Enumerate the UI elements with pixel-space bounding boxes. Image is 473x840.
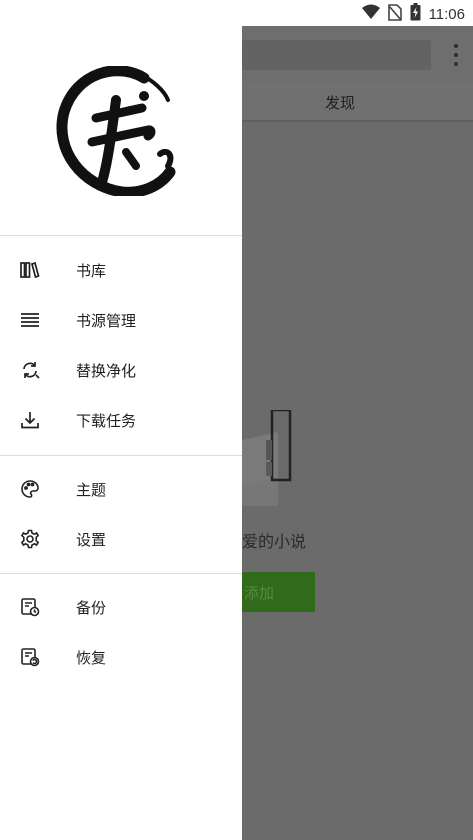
drawer-divider [0, 235, 242, 236]
drawer-divider [0, 455, 242, 456]
menu-item-label: 设置 [76, 530, 107, 549]
background-search-bar [242, 40, 431, 70]
menu-item-bookshelf[interactable]: 书库 [0, 245, 242, 295]
menu-item-download-tasks[interactable]: 下载任务 [0, 395, 242, 445]
menu-item-restore[interactable]: 恢复 [0, 632, 242, 682]
restore-icon [19, 646, 41, 668]
menu-item-label: 主题 [76, 480, 107, 499]
battery-icon [410, 3, 421, 25]
more-options-icon [453, 44, 459, 66]
menu-item-label: 备份 [76, 598, 107, 617]
empty-state-text: 爱的小说 [242, 532, 307, 551]
no-sim-icon [387, 3, 402, 25]
menu-item-settings[interactable]: 设置 [0, 514, 242, 564]
menu-item-label: 书源管理 [76, 311, 137, 330]
list-icon [19, 309, 41, 331]
palette-icon [19, 478, 41, 500]
tab-discover: 发现 [325, 94, 356, 112]
status-time: 11:06 [428, 5, 465, 23]
wifi-icon [361, 4, 380, 24]
empty-bookshelf-illustration [242, 408, 294, 508]
menu-item-label: 替换净化 [76, 361, 137, 380]
navigation-drawer: 书库 书源管理 替换净化 下载任务 主题 设置 备份 恢复 [0, 0, 242, 840]
add-book-button-label: 添加 [244, 584, 275, 602]
menu-item-label: 书库 [76, 261, 107, 280]
backup-icon [19, 596, 41, 618]
menu-item-replace-purify[interactable]: 替换净化 [0, 345, 242, 395]
menu-item-label: 恢复 [76, 648, 107, 667]
download-icon [19, 409, 41, 431]
menu-item-label: 下载任务 [76, 411, 137, 430]
add-book-button: 添加 [242, 572, 315, 612]
menu-item-theme[interactable]: 主题 [0, 464, 242, 514]
status-icons: 11:06 [361, 3, 465, 25]
replace-icon [19, 359, 41, 381]
menu-item-backup[interactable]: 备份 [0, 582, 242, 632]
menu-item-book-source-management[interactable]: 书源管理 [0, 295, 242, 345]
gear-icon [19, 528, 41, 550]
app-logo [56, 65, 178, 198]
bookshelf-icon [19, 259, 41, 281]
drawer-divider [0, 573, 242, 574]
